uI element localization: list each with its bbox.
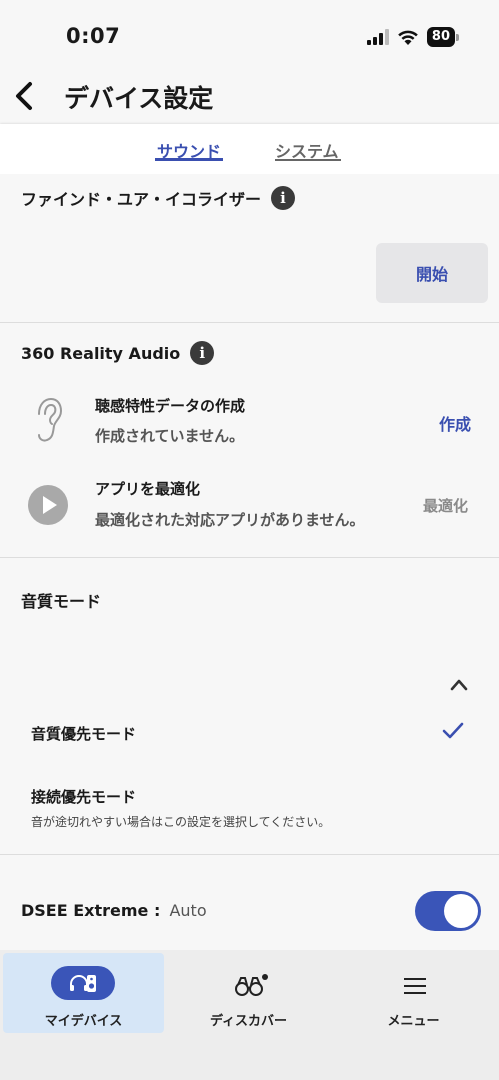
- battery-level: 80: [426, 27, 455, 47]
- nav-my-device[interactable]: マイデバイス: [3, 953, 164, 1033]
- equalizer-start-button[interactable]: 開始: [376, 243, 488, 303]
- chevron-up-icon[interactable]: [450, 676, 468, 694]
- page-title: デバイス設定: [64, 84, 214, 113]
- menu-icon: [404, 978, 426, 994]
- sound-mode-option-connection-description: 音が途切れやすい場合はこの設定を選択してください。: [31, 815, 331, 829]
- reality-audio-title: 360 Reality Audio: [21, 343, 181, 363]
- toggle-knob: [444, 894, 478, 928]
- play-icon: [28, 485, 68, 525]
- sound-mode-option-quality[interactable]: 音質優先モード: [31, 723, 136, 744]
- equalizer-title-row: ファインド・ユア・イコライザー i: [21, 186, 296, 210]
- info-icon[interactable]: i: [271, 186, 296, 210]
- binoculars-icon: [235, 974, 268, 996]
- check-icon: [442, 722, 464, 739]
- reality-audio-title-row: 360 Reality Audio i: [21, 341, 215, 365]
- nav-menu[interactable]: メニュー: [333, 953, 494, 1033]
- battery-icon: 80: [426, 27, 459, 47]
- status-icons: 80: [366, 27, 459, 47]
- dsee-label-row: DSEE Extreme : Auto: [21, 901, 207, 920]
- nav-my-device-label: マイデバイス: [44, 1014, 123, 1029]
- tab-sound-underline: [155, 158, 223, 161]
- nav-discover-label: ディスカバー: [209, 1014, 288, 1029]
- sound-mode-title: 音質モード: [21, 592, 102, 611]
- headphones-speaker-icon: [70, 975, 96, 992]
- dsee-label: DSEE Extreme :: [21, 901, 161, 920]
- hearing-data-status: 作成されていません。: [95, 427, 245, 445]
- sound-mode-option-connection[interactable]: 接続優先モード: [31, 786, 136, 807]
- dsee-value: Auto: [169, 901, 207, 920]
- sound-mode-section: 音質モード: [0, 568, 499, 855]
- bottom-nav: マイデバイス ディスカバー メニュー: [0, 950, 499, 1080]
- optimize-app-status: 最適化された対応アプリがありません。: [95, 511, 365, 529]
- nav-my-device-icon-bg: [51, 966, 115, 1000]
- dsee-toggle[interactable]: [415, 891, 481, 931]
- ear-icon: [38, 397, 63, 442]
- back-arrow-icon[interactable]: [12, 80, 36, 112]
- nav-menu-label: メニュー: [387, 1014, 440, 1029]
- status-bar: 0:07 80: [0, 0, 499, 70]
- tab-system-underline: [275, 159, 341, 161]
- wifi-icon: [398, 30, 418, 45]
- tab-bar: サウンド システム: [0, 124, 499, 174]
- optimize-app-title: アプリを最適化: [95, 480, 201, 498]
- create-button[interactable]: 作成: [439, 411, 471, 435]
- nav-discover[interactable]: ディスカバー: [168, 953, 329, 1033]
- optimize-button[interactable]: 最適化: [423, 495, 468, 516]
- status-time: 0:07: [66, 24, 121, 48]
- nav-header: デバイス設定: [0, 70, 499, 124]
- equalizer-title: ファインド・ユア・イコライザー: [21, 190, 262, 209]
- info-icon[interactable]: i: [190, 341, 215, 365]
- hearing-data-title: 聴感特性データの作成: [95, 397, 246, 415]
- signal-icon: [366, 29, 389, 45]
